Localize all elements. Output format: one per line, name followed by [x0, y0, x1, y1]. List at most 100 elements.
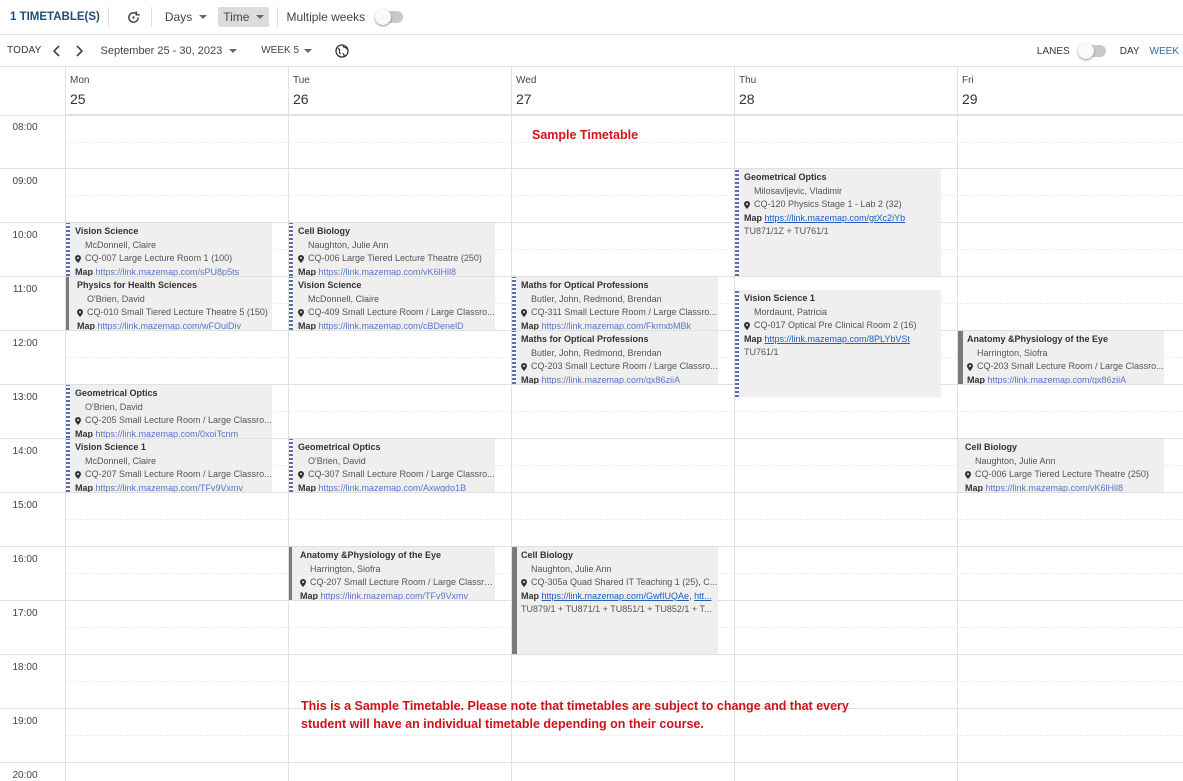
- event-card[interactable]: Physics for Health Sciences O'Brien, Dav…: [66, 277, 272, 330]
- half-hour-line: [65, 519, 1183, 520]
- event-map: Map https://link.mazemap.com/sPU8p5ts: [75, 266, 272, 277]
- chevron-down-icon: [256, 15, 265, 19]
- day-header-tue[interactable]: Tue 26: [288, 67, 511, 115]
- map-link[interactable]: https://link.mazemap.com/sPU8p5ts: [96, 267, 240, 277]
- navigation-bar: TODAY September 25 - 30, 2023 WEEK 5 LAN…: [0, 35, 1183, 67]
- event-title: Vision Science: [75, 226, 139, 236]
- event-map: Map https://link.mazemap.com/TFv9Vxmv: [300, 590, 495, 601]
- refresh-icon[interactable]: [125, 8, 143, 26]
- location-text: CQ-305a Quad Shared IT Teaching 1 (25), …: [531, 577, 718, 587]
- map-link[interactable]: https://link.mazemap.com/TFv9Vxmv: [321, 591, 469, 601]
- event-card[interactable]: Vision Science 1 Mordaunt, Patricia CQ-0…: [735, 290, 941, 397]
- event-card[interactable]: Cell Biology Naughton, Julie Ann CQ-305a…: [512, 547, 718, 654]
- event-card[interactable]: Anatomy &Physiology of the Eye Harringto…: [958, 331, 1164, 384]
- lanes-toggle[interactable]: [1077, 43, 1106, 59]
- map-link[interactable]: https://link.mazemap.com/Axwgdo1B: [319, 483, 467, 493]
- day-date: 28: [739, 91, 755, 107]
- event-map: Map https://link.mazemap.com/8PLYbVSt: [744, 333, 941, 347]
- event-card[interactable]: Geometrical Optics O'Brien, David CQ-307…: [289, 439, 495, 492]
- map-link[interactable]: https://link.mazemap.com/qx86ziiA: [988, 375, 1127, 385]
- event-title: Cell Biology: [298, 226, 351, 236]
- map-link[interactable]: https://link.mazemap.com/8PLYbVSt: [765, 334, 910, 344]
- map-link[interactable]: https://link.mazemap.com/FkmxbMBk: [542, 321, 692, 331]
- map-link[interactable]: https://link.mazemap.com/vK6lHil8: [319, 267, 457, 277]
- day-header-thu[interactable]: Thu 28: [734, 67, 957, 115]
- day-header-wed[interactable]: Wed 27: [511, 67, 734, 115]
- time-label: 14:00: [12, 446, 38, 457]
- event-card[interactable]: Vision Science McDonnell, Claire CQ-007 …: [66, 223, 272, 276]
- globe-icon[interactable]: [335, 43, 349, 58]
- date-range-label: September 25 - 30, 2023: [100, 44, 223, 57]
- map-link[interactable]: https://link.mazemap.com/cBDenelD: [319, 321, 464, 331]
- map-label: Map: [75, 482, 93, 493]
- map-link[interactable]: https://link.mazemap.com/0xoiTcnm: [96, 429, 239, 439]
- event-card[interactable]: Geometrical Optics O'Brien, David CQ-205…: [66, 385, 272, 438]
- event-groups: TU761/1: [744, 347, 779, 357]
- time-label: 08:00: [12, 122, 38, 133]
- map-link[interactable]: https://link.mazemap.com/qx86ziiA: [542, 375, 681, 385]
- divider: [277, 7, 279, 27]
- week-view-button[interactable]: WEEK: [1150, 46, 1179, 57]
- event-card[interactable]: Cell Biology Naughton, Julie Ann CQ-006 …: [958, 439, 1164, 492]
- day-date: 26: [293, 91, 309, 107]
- event-groups: TU871/1Z + TU761/1: [744, 226, 829, 236]
- event-card[interactable]: Vision Science McDonnell, Claire CQ-409 …: [289, 277, 495, 330]
- days-dropdown[interactable]: Days: [160, 7, 212, 27]
- event-location: CQ-305a Quad Shared IT Teaching 1 (25), …: [521, 576, 718, 590]
- event-card[interactable]: Vision Science 1 McDonnell, Claire CQ-20…: [66, 439, 272, 492]
- day-name: Tue: [293, 75, 310, 86]
- map-link[interactable]: https://link.mazemap.com/vK6lHil8: [986, 483, 1124, 493]
- day-date: 25: [70, 91, 86, 107]
- day-header-fri[interactable]: Fri 29: [957, 67, 1183, 115]
- location-text: CQ-006 Large Tiered Lecture Theatre (250…: [975, 469, 1149, 479]
- map-label: Map: [298, 266, 316, 277]
- map-label: Map: [521, 320, 539, 331]
- time-dropdown[interactable]: Time: [218, 7, 270, 27]
- chevron-down-icon: [304, 48, 313, 53]
- event-card[interactable]: Geometrical Optics Milosavljevic, Vladim…: [735, 169, 941, 276]
- map-link-2[interactable]: htt...: [694, 591, 712, 601]
- map-label: Map: [965, 482, 983, 493]
- event-card[interactable]: Maths for Optical Professions Butler, Jo…: [512, 331, 718, 384]
- location-text: CQ-006 Large Tiered Lecture Theatre (250…: [308, 253, 482, 263]
- timetable-count-title[interactable]: 1 TIMETABLE(S): [10, 11, 100, 23]
- toggle-knob: [1077, 43, 1094, 59]
- day-name: Mon: [70, 75, 90, 86]
- map-label: Map: [298, 320, 316, 331]
- map-link[interactable]: https://link.mazemap.com/TFv9Vxmv: [96, 483, 244, 493]
- map-label: Map: [75, 266, 93, 277]
- map-link[interactable]: https://link.mazemap.com/GwfIUQAe: [542, 591, 690, 601]
- map-label: Map: [967, 374, 985, 385]
- event-card[interactable]: Anatomy &Physiology of the Eye Harringto…: [289, 547, 495, 600]
- location-text: CQ-409 Small Lecture Room / Large Classr…: [308, 307, 495, 317]
- day-view-button[interactable]: DAY: [1120, 46, 1140, 57]
- view-controls: LANES DAY WEEK: [1037, 35, 1183, 67]
- event-card[interactable]: Maths for Optical Professions Butler, Jo…: [512, 277, 718, 330]
- map-label: Map: [744, 212, 762, 223]
- chevron-left-icon[interactable]: [50, 44, 64, 58]
- event-card[interactable]: Cell Biology Naughton, Julie Ann CQ-006 …: [289, 223, 495, 276]
- day-header-mon[interactable]: Mon 25: [65, 67, 288, 115]
- map-pin-icon: [298, 470, 304, 479]
- time-label: 16:00: [12, 554, 38, 565]
- event-map: Map https://link.mazemap.com/vK6lHil8: [298, 266, 495, 277]
- event-map: Map https://link.mazemap.com/qx86ziiA: [967, 374, 1164, 385]
- hour-line: [0, 115, 1183, 116]
- day-date: 29: [962, 91, 978, 107]
- half-hour-line: [65, 735, 1183, 736]
- today-button[interactable]: TODAY: [7, 45, 42, 56]
- day-name: Fri: [962, 75, 974, 86]
- event-lecturer: Butler, John, Redmond, Brendan: [531, 293, 662, 304]
- event-map: Map https://link.mazemap.com/wFOuiDiv: [77, 320, 272, 331]
- event-map: Map https://link.mazemap.com/TFv9Vxmv: [75, 482, 272, 493]
- multiple-weeks-toggle[interactable]: [375, 9, 404, 25]
- location-text: CQ-010 Small Tiered Lecture Theatre 5 (1…: [87, 307, 268, 317]
- week-dropdown[interactable]: WEEK 5: [256, 42, 317, 59]
- chevron-right-icon[interactable]: [72, 44, 86, 58]
- date-range-dropdown[interactable]: September 25 - 30, 2023: [96, 42, 243, 60]
- map-link[interactable]: https://link.mazemap.com/wFOuiDiv: [98, 321, 242, 331]
- map-label: Map: [521, 374, 539, 385]
- map-label: Map: [300, 590, 318, 601]
- map-link[interactable]: https://link.mazemap.com/gtXc2iYb: [765, 213, 906, 223]
- time-dropdown-label: Time: [223, 10, 250, 24]
